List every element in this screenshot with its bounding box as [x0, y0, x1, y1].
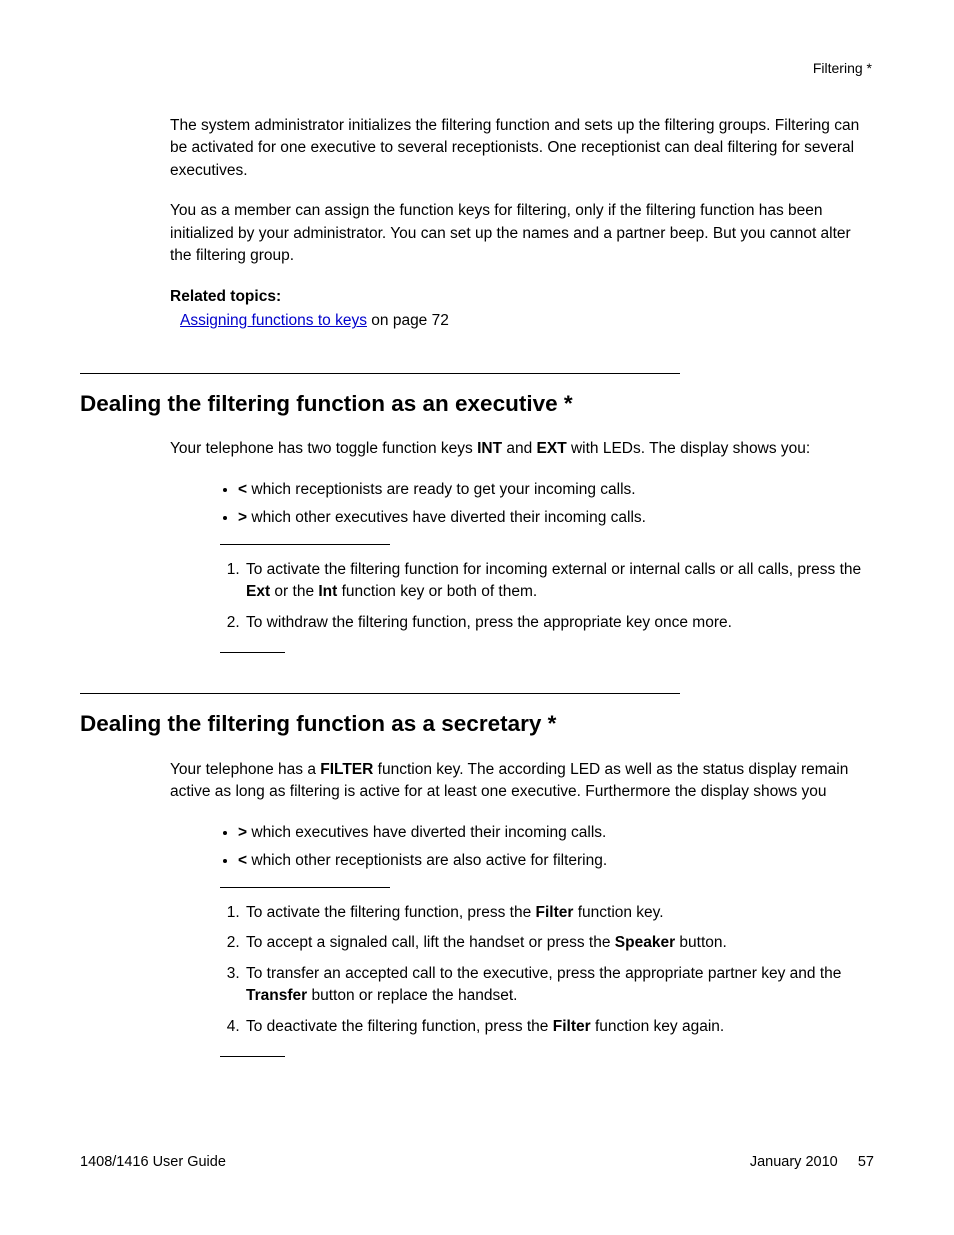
- bold-gt: >: [238, 509, 247, 526]
- text: button or replace the handset.: [307, 987, 517, 1004]
- text: or the: [270, 583, 318, 600]
- bold-int-key: Int: [318, 583, 337, 600]
- bold-lt: <: [238, 481, 247, 498]
- related-topics-label: Related topics:: [170, 286, 874, 308]
- text: Your telephone has a: [170, 761, 320, 778]
- text: and: [502, 440, 536, 457]
- text: To accept a signaled call, lift the hand…: [246, 934, 615, 951]
- footer-right: January 2010 57: [750, 1152, 874, 1173]
- bold-filter-key: Filter: [536, 904, 574, 921]
- bold-speaker: Speaker: [615, 934, 675, 951]
- steps-rule: [220, 887, 390, 888]
- page-body: The system administrator initializes the…: [80, 115, 874, 1057]
- related-link-assigning-functions[interactable]: Assigning functions to keys: [180, 312, 367, 329]
- end-rule: [220, 1056, 285, 1057]
- section-rule: [80, 693, 680, 694]
- intro-para-2: You as a member can assign the function …: [170, 200, 874, 267]
- end-rule: [220, 652, 285, 653]
- text: To deactivate the filtering function, pr…: [246, 1018, 553, 1035]
- bold-lt: <: [238, 852, 247, 869]
- text: function key.: [573, 904, 663, 921]
- list-item: > which executives have diverted their i…: [238, 822, 874, 844]
- list-item: To transfer an accepted call to the exec…: [244, 963, 874, 1008]
- text: function key or both of them.: [337, 583, 537, 600]
- list-item: To deactivate the filtering function, pr…: [244, 1016, 874, 1038]
- list-item: To accept a signaled call, lift the hand…: [244, 932, 874, 954]
- list-item: > which other executives have diverted t…: [238, 507, 874, 529]
- bold-filter: FILTER: [320, 761, 373, 778]
- text: button.: [675, 934, 727, 951]
- footer-left: 1408/1416 User Guide: [80, 1152, 226, 1173]
- intro-para-1: The system administrator initializes the…: [170, 115, 874, 182]
- text: Your telephone has two toggle function k…: [170, 440, 477, 457]
- section-title-executive: Dealing the filtering function as an exe…: [80, 388, 874, 421]
- text: function key again.: [591, 1018, 725, 1035]
- steps-rule: [220, 544, 390, 545]
- bold-ext-key: Ext: [246, 583, 270, 600]
- text: To transfer an accepted call to the exec…: [246, 965, 841, 982]
- bold-int: INT: [477, 440, 502, 457]
- text: which executives have diverted their inc…: [247, 824, 606, 841]
- bold-ext: EXT: [537, 440, 567, 457]
- bold-transfer: Transfer: [246, 987, 307, 1004]
- related-link-suffix: on page 72: [367, 312, 449, 329]
- section-rule: [80, 373, 680, 374]
- text: To activate the filtering function for i…: [246, 561, 861, 578]
- list-item: To activate the filtering function for i…: [244, 559, 874, 604]
- page-footer: 1408/1416 User Guide January 2010 57: [80, 1152, 874, 1173]
- list-item: To activate the filtering function, pres…: [244, 902, 874, 924]
- sec-bullets: > which executives have diverted their i…: [220, 822, 874, 873]
- text: which other executives have diverted the…: [247, 509, 646, 526]
- text: To activate the filtering function, pres…: [246, 904, 536, 921]
- exec-intro: Your telephone has two toggle function k…: [170, 438, 874, 460]
- sec-steps: To activate the filtering function, pres…: [220, 902, 874, 1038]
- section-title-secretary: Dealing the filtering function as a secr…: [80, 708, 874, 741]
- list-item: To withdraw the filtering function, pres…: [244, 612, 874, 634]
- list-item: < which other receptionists are also act…: [238, 850, 874, 872]
- text: which other receptionists are also activ…: [247, 852, 607, 869]
- text: with LEDs. The display shows you:: [567, 440, 811, 457]
- running-head: Filtering *: [813, 58, 872, 78]
- related-topics-line: Assigning functions to keys on page 72: [180, 310, 874, 332]
- exec-bullets: < which receptionists are ready to get y…: [220, 479, 874, 530]
- exec-steps: To activate the filtering function for i…: [220, 559, 874, 634]
- text: which receptionists are ready to get you…: [247, 481, 636, 498]
- bold-gt: >: [238, 824, 247, 841]
- bold-filter-key: Filter: [553, 1018, 591, 1035]
- sec-intro: Your telephone has a FILTER function key…: [170, 759, 874, 804]
- list-item: < which receptionists are ready to get y…: [238, 479, 874, 501]
